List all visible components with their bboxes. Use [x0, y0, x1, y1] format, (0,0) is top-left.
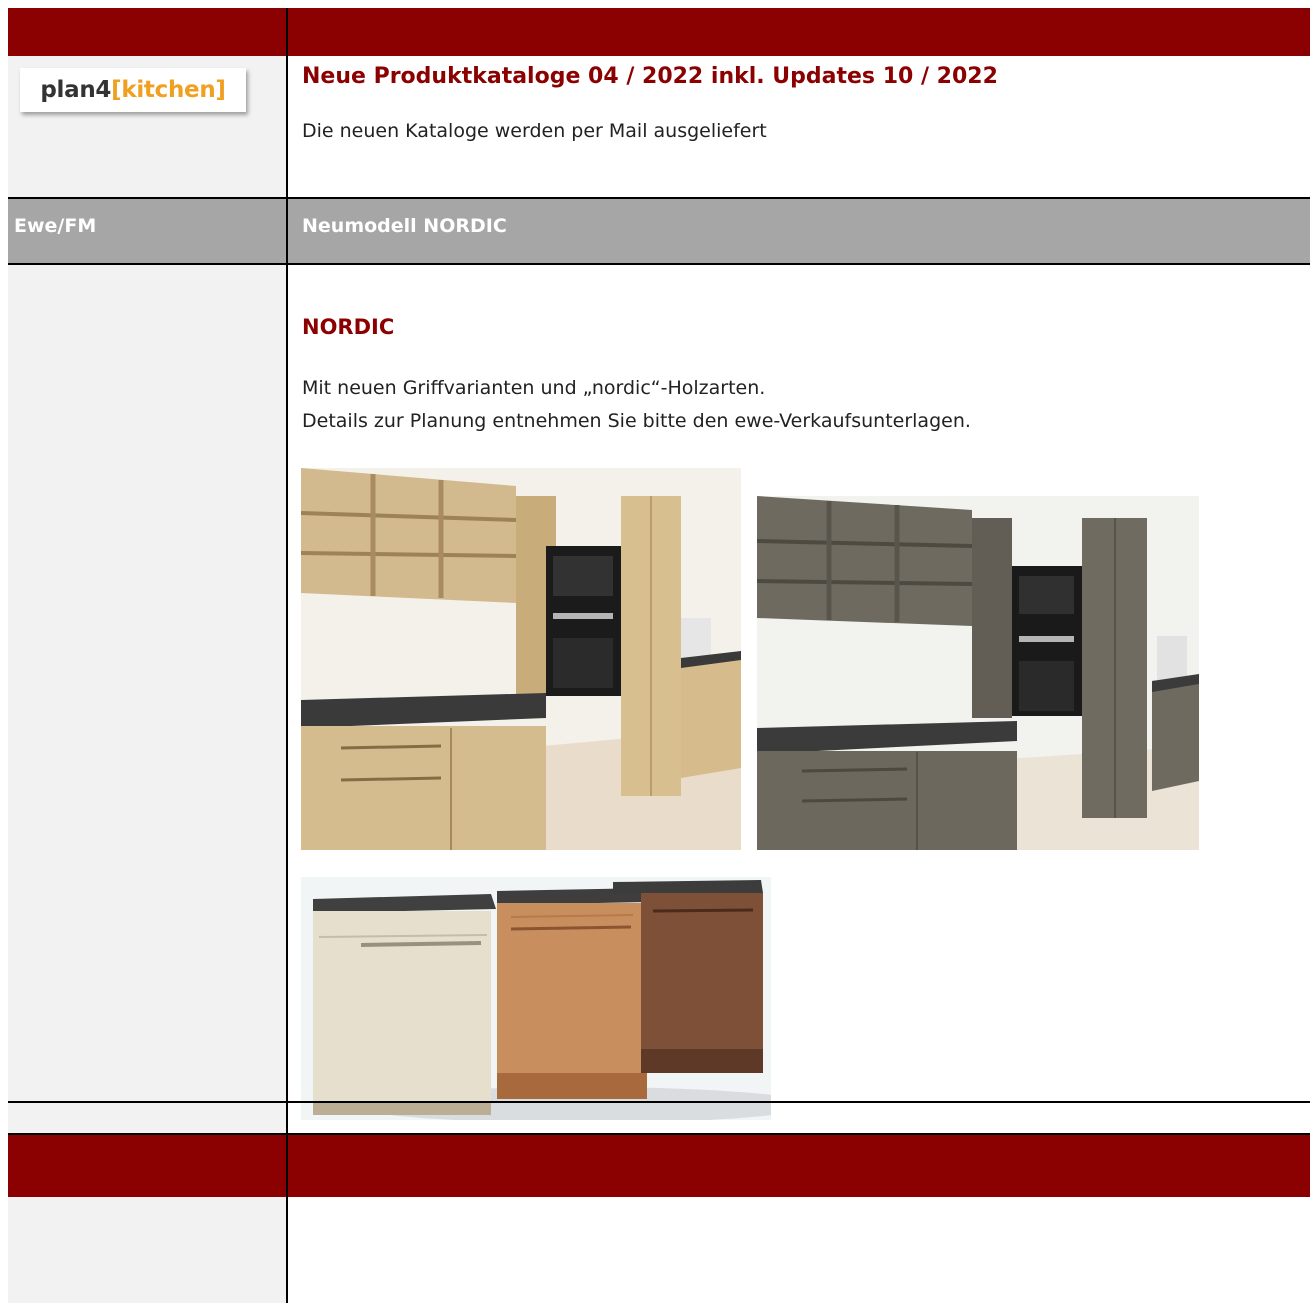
kitchen-image-dark — [757, 496, 1199, 850]
cabinet-wood-samples-image — [301, 877, 771, 1120]
nordic-heading: NORDIC — [302, 315, 395, 339]
footer-band-right — [288, 1135, 1310, 1197]
kitchen-image-light-oak — [301, 468, 741, 850]
logo-cell: plan4[kitchen] — [8, 56, 288, 198]
intro-row: plan4[kitchen] Neue Produktkataloge 04 /… — [8, 56, 1310, 198]
kitchen-light-oak-illustration — [301, 468, 741, 850]
header-band-left — [8, 8, 288, 56]
plan4kitchen-logo: plan4[kitchen] — [20, 68, 246, 112]
cabinet-samples-illustration — [301, 877, 771, 1120]
footer-band — [8, 1135, 1310, 1197]
catalog-title: Neue Produktkataloge 04 / 2022 inkl. Upd… — [302, 64, 998, 89]
section-left-label: Ewe/FM — [14, 215, 97, 237]
section-left-cell: Ewe/FM — [8, 199, 288, 263]
header-band — [8, 8, 1310, 56]
description-line-2: Details zur Planung entnehmen Sie bitte … — [302, 410, 971, 432]
intro-cell: Neue Produktkataloge 04 / 2022 inkl. Upd… — [288, 56, 1310, 198]
header-band-right — [288, 8, 1310, 56]
empty-row — [8, 1103, 1310, 1133]
description-line-1: Mit neuen Griffvarianten und „nordic“-Ho… — [302, 377, 766, 399]
document-page: plan4[kitchen] Neue Produktkataloge 04 /… — [8, 8, 1310, 1303]
section-row: Ewe/FM Neumodell NORDIC — [8, 199, 1310, 263]
section-right-label: Neumodell NORDIC — [302, 215, 507, 237]
delivery-note: Die neuen Kataloge werden per Mail ausge… — [302, 120, 767, 142]
kitchen-dark-illustration — [757, 496, 1199, 850]
footer-band-left — [8, 1135, 288, 1197]
empty-row-right-cell — [288, 1103, 1310, 1133]
empty-row-left-cell — [8, 1103, 288, 1133]
section-right-cell: Neumodell NORDIC — [288, 199, 1310, 263]
